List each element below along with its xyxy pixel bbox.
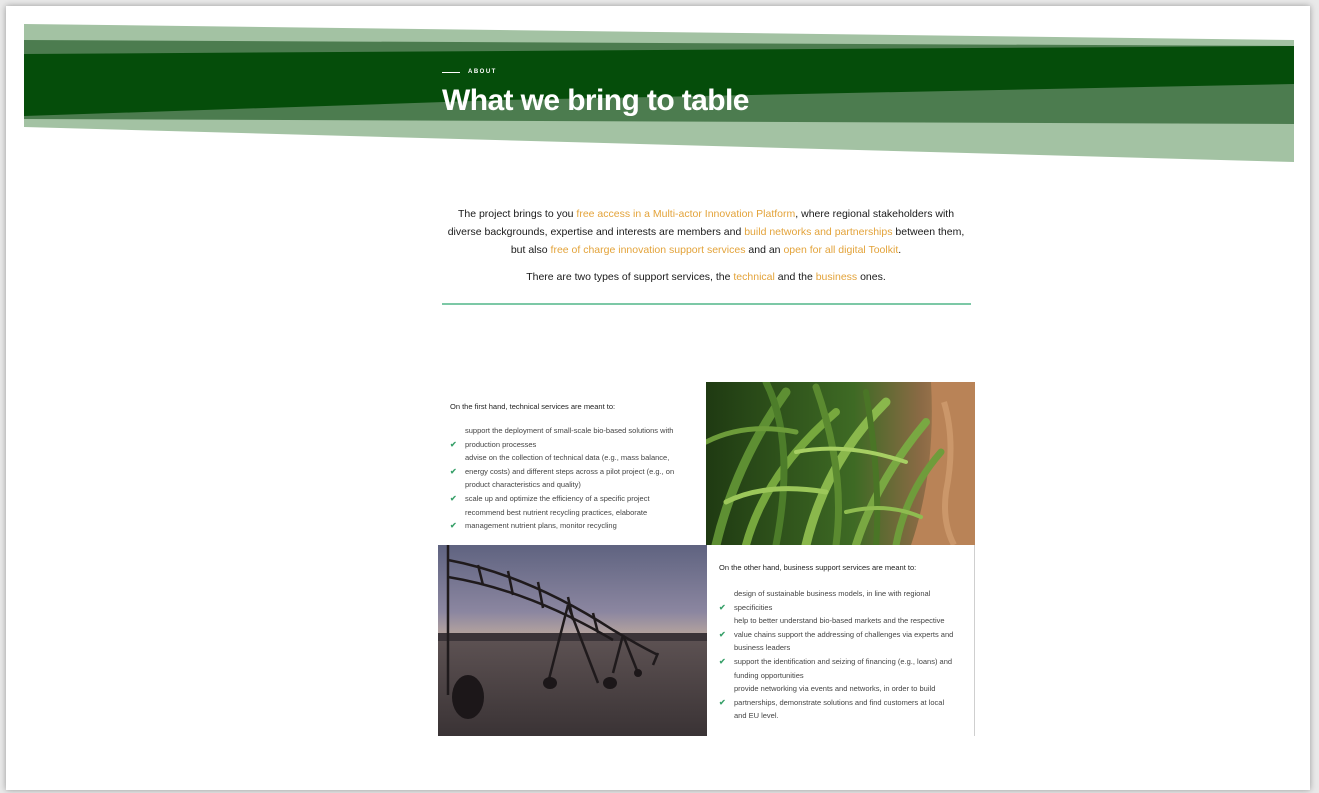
list-item: and EU level. bbox=[719, 709, 969, 723]
list-item-text: partnerships, demonstrate solutions and … bbox=[734, 697, 945, 707]
corn-field-image bbox=[706, 382, 975, 545]
technical-services-intro: On the first hand, technical services ar… bbox=[450, 402, 616, 411]
eyebrow-dash bbox=[442, 71, 460, 73]
services-grid: On the first hand, technical services ar… bbox=[438, 382, 975, 736]
list-item: business leaders bbox=[719, 641, 969, 655]
list-item-text: funding opportunities bbox=[734, 670, 804, 680]
link-business[interactable]: business bbox=[816, 271, 857, 283]
section-eyebrow: ABOUT bbox=[442, 69, 497, 75]
list-item-text: support the deployment of small-scale bi… bbox=[465, 426, 674, 435]
link-innovation-support-services[interactable]: free of charge innovation support servic… bbox=[551, 244, 746, 256]
list-item-text: scale up and optimize the efficiency of … bbox=[465, 493, 650, 503]
checkmark-icon: ✔ bbox=[450, 493, 457, 503]
eyebrow-label: ABOUT bbox=[468, 69, 497, 75]
support-types-paragraph: There are two types of support services,… bbox=[442, 268, 970, 286]
list-item: recommend best nutrient recycling practi… bbox=[450, 506, 700, 520]
list-item-text: support the identification and seizing o… bbox=[734, 656, 953, 666]
list-item-text: management nutrient plans, monitor recyc… bbox=[465, 521, 617, 531]
list-item: advise on the collection of technical da… bbox=[450, 451, 700, 465]
intro-text-segment: and an bbox=[745, 244, 784, 256]
link-build-networks[interactable]: build networks and partnerships bbox=[744, 226, 892, 238]
list-item-text: business leaders bbox=[734, 643, 791, 653]
list-item-text: advise on the collection of technical da… bbox=[465, 453, 670, 463]
intro-text-segment: . bbox=[898, 244, 902, 256]
list-item: funding opportunities bbox=[719, 669, 969, 683]
link-multi-actor-platform[interactable]: free access in a Multi-actor Innovation … bbox=[576, 208, 795, 220]
irrigation-pivot-illustration bbox=[438, 545, 707, 736]
list-item: ✔ support the identification and seizing … bbox=[719, 655, 969, 669]
list-item: ✔ scale up and optimize the efficiency of… bbox=[450, 492, 700, 506]
list-item: ✔ management nutrient plans, monitor recy… bbox=[450, 519, 700, 533]
list-item-text: specificities bbox=[734, 602, 773, 612]
list-item: product characteristics and quality) bbox=[450, 478, 700, 492]
page-title: What we bring to table bbox=[442, 84, 749, 117]
list-item: design of sustainable business models, i… bbox=[719, 587, 969, 601]
irrigation-pivot-image bbox=[438, 545, 707, 736]
checkmark-icon: ✔ bbox=[450, 466, 457, 476]
list-item: ✔ production processes bbox=[450, 438, 700, 452]
intro-text-segment: and the bbox=[774, 271, 816, 283]
list-item-text: energy costs) and different steps across… bbox=[465, 466, 675, 476]
intro-text: The project brings to you free access in… bbox=[442, 205, 970, 286]
list-item-text: help to better understand bio-based mark… bbox=[734, 616, 945, 626]
link-technical[interactable]: technical bbox=[733, 271, 774, 283]
list-item-text: provide networking via events and networ… bbox=[734, 684, 936, 694]
list-item-text: design of sustainable business models, i… bbox=[734, 589, 931, 598]
checkmark-icon: ✔ bbox=[719, 656, 726, 666]
link-digital-toolkit[interactable]: open for all digital Toolkit bbox=[783, 244, 898, 256]
intro-paragraph: The project brings to you free access in… bbox=[442, 205, 970, 259]
list-item-text: recommend best nutrient recycling practi… bbox=[465, 507, 648, 517]
checkmark-icon: ✔ bbox=[719, 697, 726, 707]
list-item-text: production processes bbox=[465, 439, 537, 449]
technical-services-card: On the first hand, technical services ar… bbox=[438, 382, 706, 545]
business-services-intro: On the other hand, business support serv… bbox=[719, 563, 917, 572]
list-item: provide networking via events and networ… bbox=[719, 682, 969, 696]
intro-text-segment: The project brings to you bbox=[457, 208, 577, 220]
technical-services-list: support the deployment of small-scale bi… bbox=[450, 424, 700, 533]
list-item-text: value chains support the addressing of c… bbox=[734, 629, 954, 639]
checkmark-icon: ✔ bbox=[719, 629, 726, 639]
list-item: ✔ energy costs) and different steps acros… bbox=[450, 465, 700, 479]
business-services-list: design of sustainable business models, i… bbox=[719, 587, 969, 723]
list-item: help to better understand bio-based mark… bbox=[719, 614, 969, 628]
list-item: ✔ specificities bbox=[719, 601, 969, 615]
list-item-text: product characteristics and quality) bbox=[465, 480, 581, 490]
intro-text-segment: There are two types of support services,… bbox=[526, 271, 734, 283]
list-item: ✔ value chains support the addressing of … bbox=[719, 628, 969, 642]
business-services-card: On the other hand, business support serv… bbox=[707, 545, 975, 736]
checkmark-icon: ✔ bbox=[450, 439, 457, 449]
section-divider bbox=[442, 303, 971, 305]
list-item-text: and EU level. bbox=[734, 711, 779, 721]
intro-text-segment: ones. bbox=[857, 271, 886, 283]
checkmark-icon: ✔ bbox=[719, 602, 726, 612]
list-item: ✔ partnerships, demonstrate solutions and… bbox=[719, 696, 969, 710]
checkmark-icon: ✔ bbox=[450, 521, 457, 531]
corn-field-illustration bbox=[706, 382, 975, 545]
page: ABOUT What we bring to table The project… bbox=[6, 6, 1310, 790]
list-item: support the deployment of small-scale bi… bbox=[450, 424, 700, 438]
